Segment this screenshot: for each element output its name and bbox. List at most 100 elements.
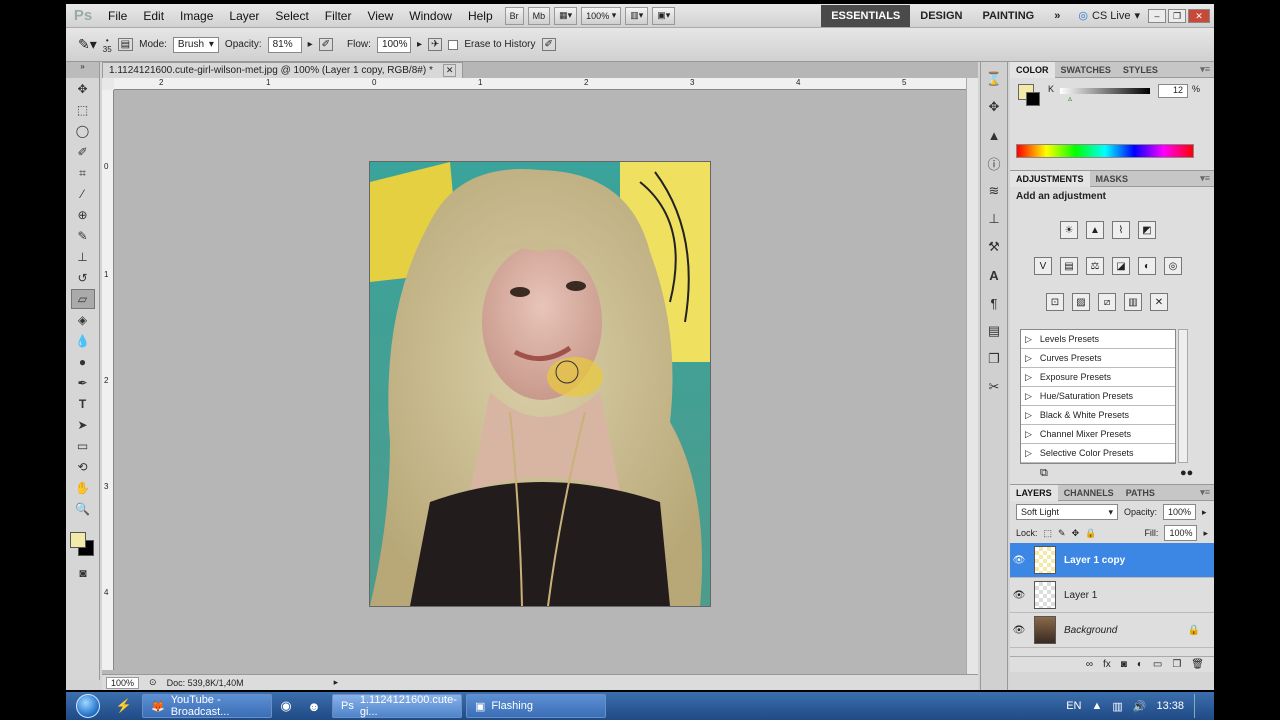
bridge-icon[interactable]: Br	[504, 6, 524, 25]
network-icon[interactable]: ▥	[1112, 700, 1122, 713]
menu-filter[interactable]: Filter	[317, 9, 360, 23]
tools-icon[interactable]: ✂	[983, 376, 1005, 398]
more-workspaces-icon[interactable]: »	[1044, 10, 1070, 22]
presets-scrollbar[interactable]	[1178, 329, 1188, 463]
brush-panel-icon[interactable]: ▤	[117, 38, 134, 51]
layer-opacity-field[interactable]: 100%	[1163, 504, 1197, 520]
preset-selective-color[interactable]: ▷ Selective Color Presets	[1021, 444, 1175, 463]
preset-hue-saturation[interactable]: ▷ Hue/Saturation Presets	[1021, 387, 1175, 406]
tab-masks[interactable]: MASKS	[1090, 171, 1135, 187]
channel-mixer-icon[interactable]: ◎	[1164, 257, 1182, 275]
type-tool-icon[interactable]: T	[71, 394, 95, 414]
layer-row[interactable]: 👁 Layer 1	[1010, 578, 1214, 613]
status-menu-icon[interactable]: ▸	[334, 677, 339, 688]
brush-preset-picker[interactable]: • 35	[103, 36, 112, 54]
threshold-icon[interactable]: ⧄	[1098, 293, 1116, 311]
brightness-contrast-icon[interactable]: ☀	[1060, 221, 1078, 239]
menu-view[interactable]: View	[359, 9, 401, 23]
airbrush-icon[interactable]: ✈	[427, 38, 443, 51]
document-canvas[interactable]	[370, 162, 710, 606]
layer-comps-icon[interactable]: ❐	[983, 348, 1005, 370]
clip-to-layer-icon[interactable]: ⧉	[1040, 467, 1048, 480]
foreground-color-swatch[interactable]	[70, 532, 86, 548]
tab-swatches[interactable]: SWATCHES	[1055, 62, 1117, 78]
preset-curves[interactable]: ▷ Curves Presets	[1021, 349, 1175, 368]
invert-icon[interactable]: ⊡	[1046, 293, 1064, 311]
photo-filter-icon[interactable]: ◐	[1138, 257, 1156, 275]
arrange-icon[interactable]: ▥▾	[625, 6, 649, 25]
quick-selection-tool-icon[interactable]: ✐	[71, 142, 95, 162]
delete-layer-icon[interactable]: 🗑	[1191, 659, 1204, 670]
opacity-field[interactable]: 81%	[267, 36, 302, 53]
menu-image[interactable]: Image	[172, 9, 221, 23]
new-layer-icon[interactable]: ❐	[1172, 659, 1181, 670]
cs-live-button[interactable]: ◎ CS Live ▾	[1070, 9, 1148, 23]
eye-icon[interactable]: 👁	[1010, 555, 1028, 566]
workspace-essentials[interactable]: ESSENTIALS	[821, 4, 911, 27]
eye-icon[interactable]: 👁	[1010, 625, 1028, 636]
panel-menu-icon[interactable]: ▾≡	[1194, 62, 1214, 78]
start-button[interactable]	[66, 692, 110, 720]
posterize-icon[interactable]: ▨	[1072, 293, 1090, 311]
preset-channel-mixer[interactable]: ▷ Channel Mixer Presets	[1021, 425, 1175, 444]
menu-help[interactable]: Help	[460, 9, 501, 23]
notes-icon[interactable]: ▤	[983, 320, 1005, 342]
marquee-tool-icon[interactable]: ⬚	[71, 100, 95, 120]
histogram-icon[interactable]: ▲	[983, 124, 1005, 146]
tab-color[interactable]: COLOR	[1010, 61, 1055, 78]
healing-brush-tool-icon[interactable]: ⊕	[71, 205, 95, 225]
preset-exposure[interactable]: ▷ Exposure Presets	[1021, 368, 1175, 387]
workspace-painting[interactable]: PAINTING	[972, 10, 1044, 22]
toolbox-collapse-icon[interactable]: »	[66, 62, 99, 78]
history-icon[interactable]: ⌛	[983, 68, 1005, 90]
path-selection-tool-icon[interactable]: ➤	[71, 415, 95, 435]
clock[interactable]: 13:38	[1156, 700, 1184, 712]
crop-tool-icon[interactable]: ⌗	[71, 163, 95, 183]
add-mask-icon[interactable]: ◙	[1121, 659, 1127, 670]
shape-tool-icon[interactable]: ▭	[71, 436, 95, 456]
extras-icon[interactable]: ▦▾	[554, 6, 578, 25]
restore-icon[interactable]: ❐	[1168, 8, 1186, 23]
quicklaunch-icon[interactable]: ⚡	[110, 694, 138, 718]
status-zoom[interactable]: 100%	[106, 676, 140, 689]
chrome-icon[interactable]: ◉	[272, 694, 300, 718]
lock-pixels-icon[interactable]: ✎	[1058, 528, 1066, 539]
lasso-tool-icon[interactable]: ◯	[71, 121, 95, 141]
vibrance-icon[interactable]: V	[1034, 257, 1052, 275]
tool-presets-icon[interactable]: ⚒	[983, 236, 1005, 258]
screen-mode-icon[interactable]: ▣▾	[652, 6, 676, 25]
fill-arrow-icon[interactable]: ▸	[1203, 528, 1208, 539]
menu-layer[interactable]: Layer	[221, 9, 267, 23]
quick-mask-icon[interactable]: ◙	[71, 563, 95, 583]
adjustment-view-icon[interactable]: ●●	[1180, 467, 1193, 479]
blend-mode-select[interactable]: Soft Light ▾	[1016, 504, 1118, 520]
menu-select[interactable]: Select	[267, 9, 316, 23]
eyedropper-tool-icon[interactable]: ⁄	[71, 184, 95, 204]
brush-panel-dock-icon[interactable]: ≋	[983, 180, 1005, 202]
menu-file[interactable]: File	[100, 9, 135, 23]
paint-bucket-tool-icon[interactable]: ◈	[71, 310, 95, 330]
show-desktop-button[interactable]	[1194, 694, 1204, 718]
clone-source-icon[interactable]: ⊥	[983, 208, 1005, 230]
color-spectrum-bar[interactable]	[1016, 144, 1194, 158]
preset-black-white[interactable]: ▷ Black & White Presets	[1021, 406, 1175, 425]
layer-opacity-arrow-icon[interactable]: ▸	[1202, 507, 1207, 518]
blur-tool-icon[interactable]: 💧	[71, 331, 95, 351]
navigator-icon[interactable]: ✥	[983, 96, 1005, 118]
new-adjustment-icon[interactable]: ◐	[1137, 659, 1143, 670]
hand-tool-icon[interactable]: ✋	[71, 478, 95, 498]
language-indicator[interactable]: EN	[1066, 700, 1081, 712]
workspace-design[interactable]: DESIGN	[910, 10, 972, 22]
zoom-level-select[interactable]: 100% ▾	[581, 6, 622, 25]
volume-icon[interactable]: 🔊	[1133, 700, 1147, 713]
info-icon[interactable]: ⓘ	[983, 152, 1005, 174]
mode-select[interactable]: Brush ▾	[172, 36, 219, 53]
vertical-scrollbar[interactable]	[966, 78, 978, 674]
new-group-icon[interactable]: ▭	[1153, 659, 1162, 670]
flow-field[interactable]: 100%	[376, 36, 411, 53]
k-value-field[interactable]: 12	[1158, 84, 1188, 98]
clone-stamp-tool-icon[interactable]: ⊥	[71, 247, 95, 267]
adjustments-menu-icon[interactable]: ▾≡	[1194, 171, 1214, 187]
layer-style-icon[interactable]: fx	[1103, 659, 1111, 670]
layers-menu-icon[interactable]: ▾≡	[1194, 485, 1214, 501]
